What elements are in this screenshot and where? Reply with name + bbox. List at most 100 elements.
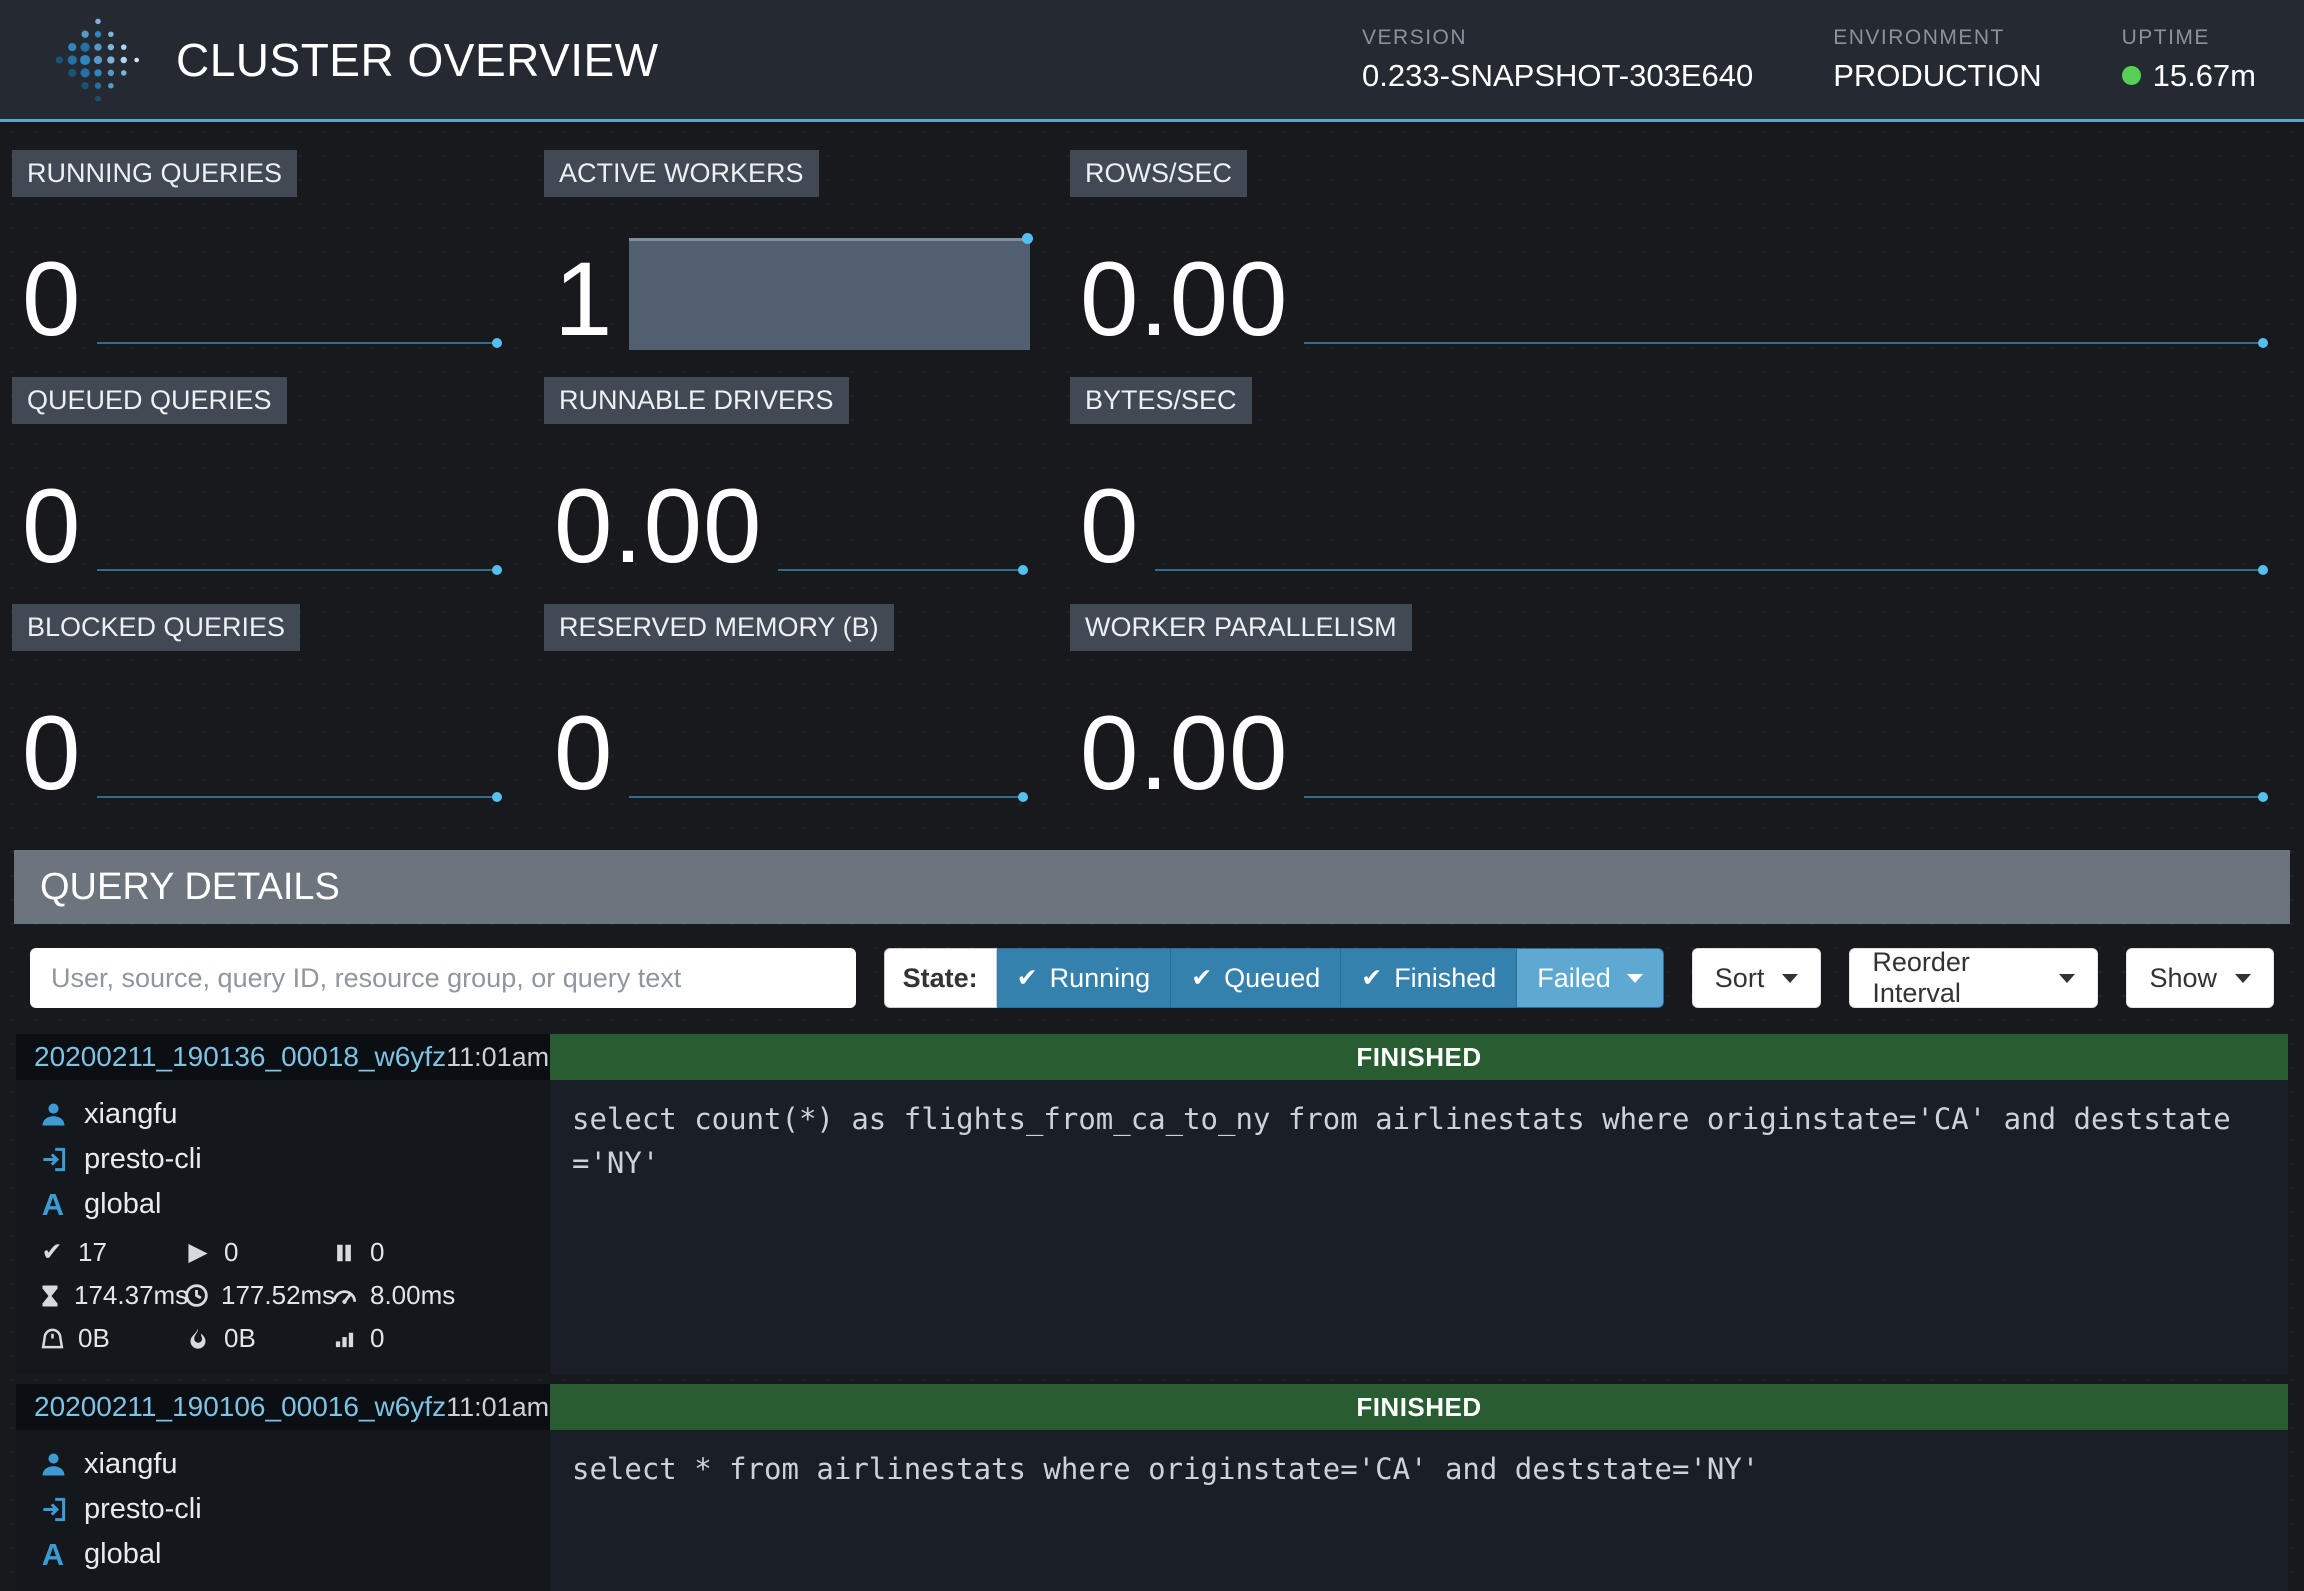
query-user: xiangfu: [84, 1448, 178, 1481]
sparkline-area-chart: [629, 238, 1030, 350]
stat-value: 0.00: [1080, 250, 1288, 350]
query-resource-group-row: A global: [38, 1532, 536, 1577]
chevron-down-icon: [2059, 974, 2075, 983]
query-toolbar: State: ✔ Running ✔ Queued ✔ Finished Fai…: [14, 948, 2290, 1008]
user-icon: [38, 1451, 68, 1478]
bar-chart-icon: [330, 1327, 358, 1350]
stat-card-worker-parallelism: WORKER PARALLELISM 0.00: [1070, 604, 2270, 804]
completed-splits-stat: ✔ 17: [38, 1231, 184, 1274]
query-details-header: QUERY DETAILS: [14, 850, 2290, 924]
check-icon: ✔: [1191, 966, 1212, 991]
check-icon: ✔: [1017, 966, 1038, 991]
query-resource-group-row: A global: [38, 1182, 536, 1227]
presto-logo-icon: [52, 14, 144, 106]
cpu-time-value: 8.00ms: [370, 1280, 455, 1311]
current-memory-stat: 0B: [38, 1317, 184, 1360]
queued-splits-stat: 0: [330, 1231, 536, 1274]
stat-label: RUNNABLE DRIVERS: [544, 377, 849, 424]
stat-card-bytes-per-sec: BYTES/SEC 0: [1070, 377, 2270, 577]
clock-icon: [184, 1283, 209, 1308]
state-filter-failed-dropdown[interactable]: Failed: [1517, 948, 1664, 1008]
app-header: CLUSTER OVERVIEW VERSION 0.233-SNAPSHOT-…: [0, 0, 2304, 122]
query-details-section: QUERY DETAILS State: ✔ Running ✔ Queued …: [14, 850, 2290, 1591]
stat-value: 0: [22, 704, 81, 804]
uptime-block: UPTIME 15.67m: [2122, 26, 2256, 94]
query-list: 20200211_190136_00018_w6yfz 11:01am FINI…: [14, 1034, 2290, 1591]
user-icon: [38, 1101, 68, 1128]
cluster-stats-grid: RUNNING QUERIES 0 ACTIVE WORKERS 1 ROWS/…: [0, 122, 2304, 804]
page-title: CLUSTER OVERVIEW: [176, 33, 659, 87]
query-row-header: 20200211_190106_00016_w6yfz 11:01am: [16, 1384, 550, 1430]
log-in-icon: [38, 1146, 68, 1173]
peak-memory-value: 0B: [224, 1323, 256, 1354]
query-source: presto-cli: [84, 1493, 202, 1526]
environment-block: ENVIRONMENT PRODUCTION: [1833, 26, 2041, 94]
current-memory-value: 0B: [78, 1323, 110, 1354]
query-meta-panel: xiangfu presto-cli A global ✔ 17: [16, 1080, 550, 1374]
state-failed-label: Failed: [1537, 963, 1611, 994]
show-dropdown[interactable]: Show: [2126, 948, 2274, 1008]
environment-label: ENVIRONMENT: [1833, 26, 2041, 50]
execution-time-stat: 177.52ms: [184, 1274, 330, 1317]
reorder-interval-label: Reorder Interval: [1872, 947, 2041, 1009]
sparkline-chart: [97, 197, 504, 350]
uptime-value: 15.67m: [2153, 58, 2256, 94]
query-id-link[interactable]: 20200211_190106_00016_w6yfz: [34, 1391, 446, 1423]
running-splits-stat: ▶ 0: [184, 1231, 330, 1274]
wall-time-value: 174.37ms: [74, 1280, 188, 1311]
query-source-row: presto-cli: [38, 1487, 536, 1532]
scale-icon: [38, 1326, 66, 1351]
sparkline-chart: [1304, 651, 2270, 804]
completed-splits-value: 17: [78, 1237, 107, 1268]
hourglass-icon: [38, 1284, 62, 1308]
stat-label: RESERVED MEMORY (B): [544, 604, 894, 651]
gauge-icon: [330, 1283, 358, 1308]
stat-card-active-workers: ACTIVE WORKERS 1: [544, 150, 1030, 350]
stat-value: 0: [22, 477, 81, 577]
stat-value: 0.00: [554, 477, 762, 577]
query-meta-panel: xiangfu presto-cli A global: [16, 1430, 550, 1591]
sparkline-chart: [1155, 424, 2270, 577]
state-queued-label: Queued: [1224, 963, 1320, 994]
query-resource-group: global: [84, 1188, 161, 1221]
stat-card-runnable-drivers: RUNNABLE DRIVERS 0.00: [544, 377, 1030, 577]
stat-card-reserved-memory: RESERVED MEMORY (B) 0: [544, 604, 1030, 804]
query-row: 20200211_190106_00016_w6yfz 11:01am FINI…: [16, 1384, 2288, 1591]
stat-label: WORKER PARALLELISM: [1070, 604, 1412, 651]
query-id-link[interactable]: 20200211_190136_00018_w6yfz: [34, 1041, 446, 1073]
query-time: 11:01am: [446, 1392, 549, 1423]
play-icon: ▶: [184, 1240, 212, 1265]
state-filter-finished-button[interactable]: ✔ Finished: [1341, 948, 1517, 1008]
fire-icon: [184, 1327, 212, 1351]
version-label: VERSION: [1362, 26, 1753, 50]
resource-group-icon: A: [38, 1537, 68, 1573]
chevron-down-icon: [1627, 974, 1643, 983]
log-in-icon: [38, 1496, 68, 1523]
stat-value: 0: [554, 704, 613, 804]
query-search-input[interactable]: [30, 948, 856, 1008]
cluster-meta: VERSION 0.233-SNAPSHOT-303E640 ENVIRONME…: [1362, 26, 2256, 94]
cumulative-memory-value: 0: [370, 1323, 384, 1354]
state-filter-queued-button[interactable]: ✔ Queued: [1171, 948, 1341, 1008]
cumulative-memory-stat: 0: [330, 1317, 536, 1360]
state-filter-group: State: ✔ Running ✔ Queued ✔ Finished Fai…: [884, 948, 1664, 1008]
reorder-interval-dropdown[interactable]: Reorder Interval: [1849, 948, 2098, 1008]
query-sql-text: select count(*) as flights_from_ca_to_ny…: [550, 1080, 2288, 1374]
stat-value: 0: [1080, 477, 1139, 577]
stat-value: 0.00: [1080, 704, 1288, 804]
sparkline-chart: [778, 424, 1030, 577]
query-status-badge: FINISHED: [550, 1384, 2288, 1430]
state-filter-running-button[interactable]: ✔ Running: [997, 948, 1172, 1008]
sort-dropdown[interactable]: Sort: [1692, 948, 1822, 1008]
query-row: 20200211_190136_00018_w6yfz 11:01am FINI…: [16, 1034, 2288, 1374]
query-source: presto-cli: [84, 1143, 202, 1176]
sparkline-chart: [97, 424, 504, 577]
stat-label: BYTES/SEC: [1070, 377, 1252, 424]
sparkline-chart: [97, 651, 504, 804]
pause-icon: [330, 1242, 358, 1264]
stat-label: ROWS/SEC: [1070, 150, 1247, 197]
resource-group-icon: A: [38, 1187, 68, 1223]
state-finished-label: Finished: [1394, 963, 1496, 994]
stat-value: 1: [554, 250, 613, 350]
chevron-down-icon: [2235, 974, 2251, 983]
